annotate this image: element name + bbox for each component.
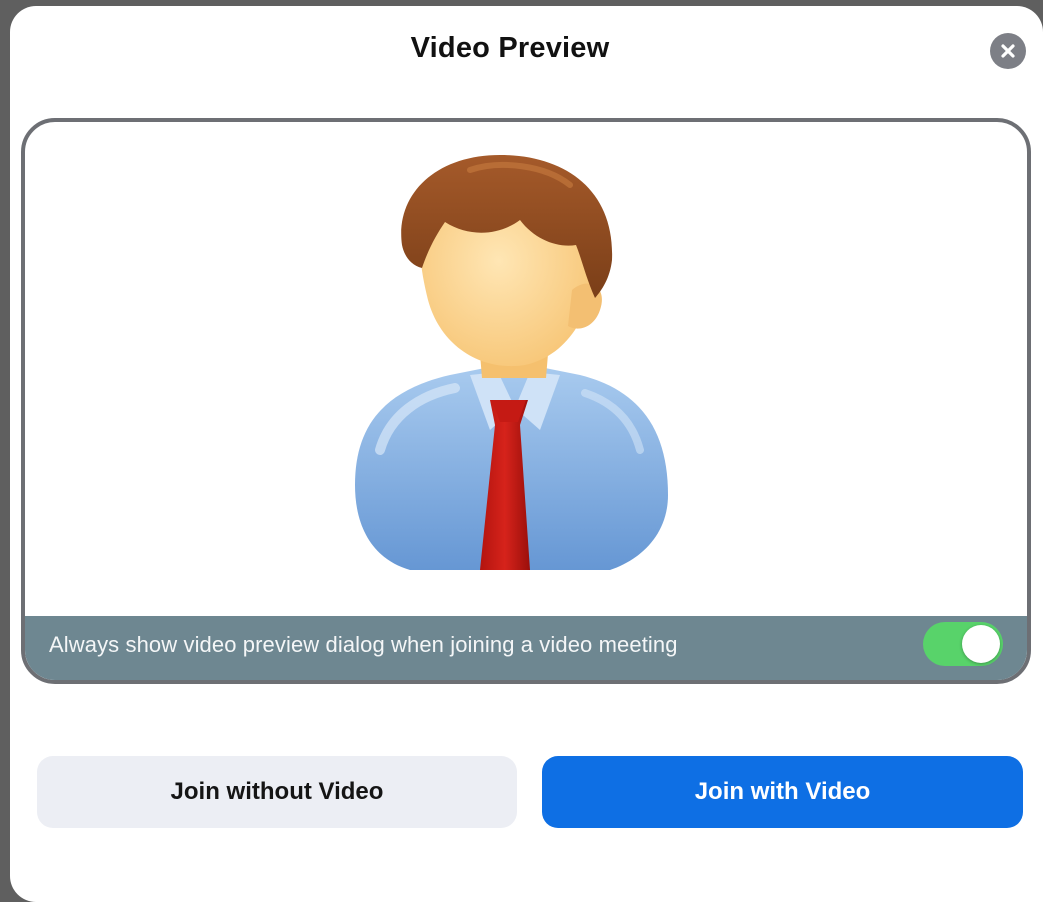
person-avatar	[355, 155, 668, 570]
join-without-video-button[interactable]: Join without Video	[37, 756, 517, 828]
toggle-knob	[962, 625, 1000, 663]
close-button[interactable]	[990, 33, 1026, 69]
close-icon	[1001, 44, 1015, 58]
video-preview-dialog: Video Preview Always show video preview …	[10, 6, 1043, 902]
always-show-label: Always show video preview dialog when jo…	[49, 632, 678, 657]
preview-options-bar: Always show video preview dialog when jo…	[25, 616, 1027, 680]
video-preview-area: Always show video preview dialog when jo…	[21, 118, 1031, 684]
join-with-video-button[interactable]: Join with Video	[542, 756, 1023, 828]
dialog-title: Video Preview	[410, 32, 610, 64]
always-show-toggle[interactable]	[923, 622, 1003, 666]
